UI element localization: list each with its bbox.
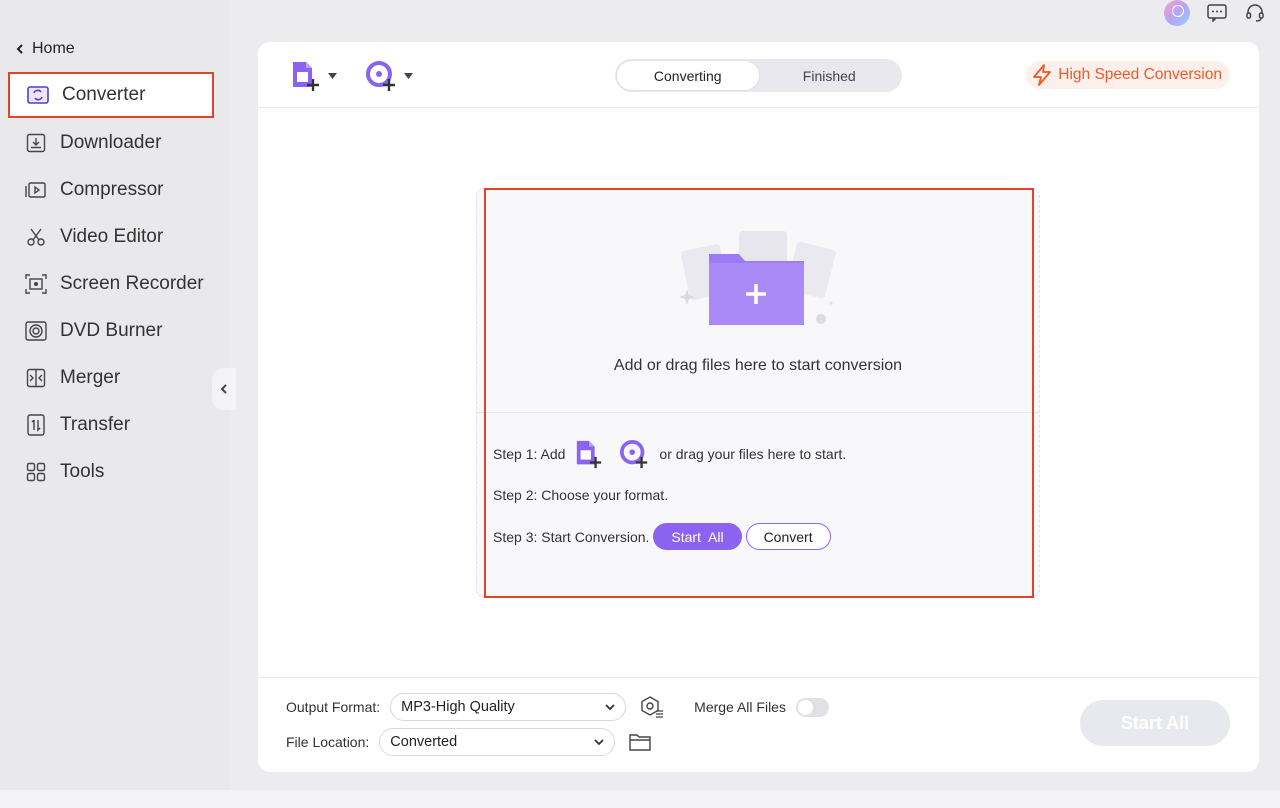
high-speed-label: High Speed Conversion [1058, 66, 1222, 83]
tools-grid-icon [24, 460, 48, 484]
footer: Output Format: MP3-High Quality Merge Al… [258, 677, 1259, 772]
sidebar-item-label: Screen Recorder [60, 272, 204, 294]
collapse-sidebar-button[interactable] [212, 368, 236, 410]
sidebar: Home Converter Downloader Compressor Vid… [0, 0, 230, 790]
format-settings-icon[interactable] [640, 696, 664, 718]
converter-icon [26, 83, 50, 107]
sidebar-item-label: Downloader [60, 131, 162, 153]
file-location-label: File Location: [286, 734, 370, 750]
sidebar-item-dvd-burner[interactable]: DVD Burner [8, 307, 214, 354]
sidebar-item-screen-recorder[interactable]: Screen Recorder [8, 260, 214, 307]
chevron-down-icon [594, 739, 604, 745]
sidebar-item-label: Converter [62, 84, 146, 105]
sidebar-nav: Converter Downloader Compressor Video Ed… [8, 72, 214, 495]
sidebar-item-label: Video Editor [60, 225, 164, 247]
tab-finished[interactable]: Finished [759, 61, 901, 90]
merge-all-files-label: Merge All Files [694, 699, 786, 715]
file-location-row: File Location: Converted [286, 728, 651, 756]
sidebar-item-merger[interactable]: Merger [8, 354, 214, 401]
tab-switcher: Converting Finished [615, 59, 902, 92]
disc-icon [24, 319, 48, 343]
file-location-value: Converted [390, 734, 458, 750]
output-format-label: Output Format: [286, 699, 381, 715]
sidebar-item-compressor[interactable]: Compressor [8, 166, 214, 213]
transfer-icon [24, 413, 48, 437]
scissors-icon [24, 225, 48, 249]
folder-icon[interactable] [629, 733, 651, 751]
sidebar-item-tools[interactable]: Tools [8, 448, 214, 495]
chevron-down-icon [605, 704, 615, 710]
sidebar-item-converter[interactable]: Converter [8, 72, 214, 118]
output-format-row: Output Format: MP3-High Quality Merge Al… [286, 693, 829, 721]
sidebar-item-label: Transfer [60, 413, 131, 435]
home-link[interactable]: Home [16, 40, 75, 58]
drop-zone-highlight [484, 188, 1034, 598]
chevron-left-icon [16, 44, 23, 54]
sidebar-item-label: Compressor [60, 178, 164, 200]
output-format-select[interactable]: MP3-High Quality [390, 693, 627, 721]
file-location-select[interactable]: Converted [379, 728, 616, 756]
caret-down-icon [404, 73, 413, 79]
top-right-actions [1164, 0, 1266, 26]
lightning-icon [1033, 64, 1052, 86]
headset-support-icon[interactable] [1244, 2, 1266, 24]
sidebar-item-label: DVD Burner [60, 319, 163, 341]
compress-icon [24, 178, 48, 202]
tab-converting[interactable]: Converting [617, 61, 759, 90]
background-window-strip [0, 790, 1280, 808]
output-format-value: MP3-High Quality [401, 699, 515, 715]
sidebar-item-downloader[interactable]: Downloader [8, 119, 214, 166]
start-all-button[interactable]: Start All [1080, 700, 1230, 746]
chevron-left-icon [220, 384, 227, 394]
message-icon[interactable] [1206, 2, 1228, 24]
sidebar-item-transfer[interactable]: Transfer [8, 401, 214, 448]
avatar[interactable] [1164, 0, 1190, 26]
toolbar: Converting Finished High Speed Conversio… [258, 42, 1259, 108]
screen-record-icon [24, 272, 48, 296]
merge-icon [24, 366, 48, 390]
home-label: Home [32, 40, 75, 57]
add-disc-icon [366, 61, 395, 91]
sidebar-item-label: Tools [60, 460, 105, 482]
caret-down-icon [328, 73, 337, 79]
add-files-button[interactable] [290, 60, 337, 92]
sidebar-item-label: Merger [60, 366, 121, 388]
download-icon [24, 131, 48, 155]
merge-all-files-toggle[interactable] [795, 697, 829, 717]
add-file-icon [293, 62, 319, 91]
add-dvd-button[interactable] [366, 60, 413, 92]
main-panel: Converting Finished High Speed Conversio… [258, 42, 1259, 772]
high-speed-conversion-button[interactable]: High Speed Conversion [1026, 61, 1230, 89]
sidebar-item-video-editor[interactable]: Video Editor [8, 213, 214, 260]
